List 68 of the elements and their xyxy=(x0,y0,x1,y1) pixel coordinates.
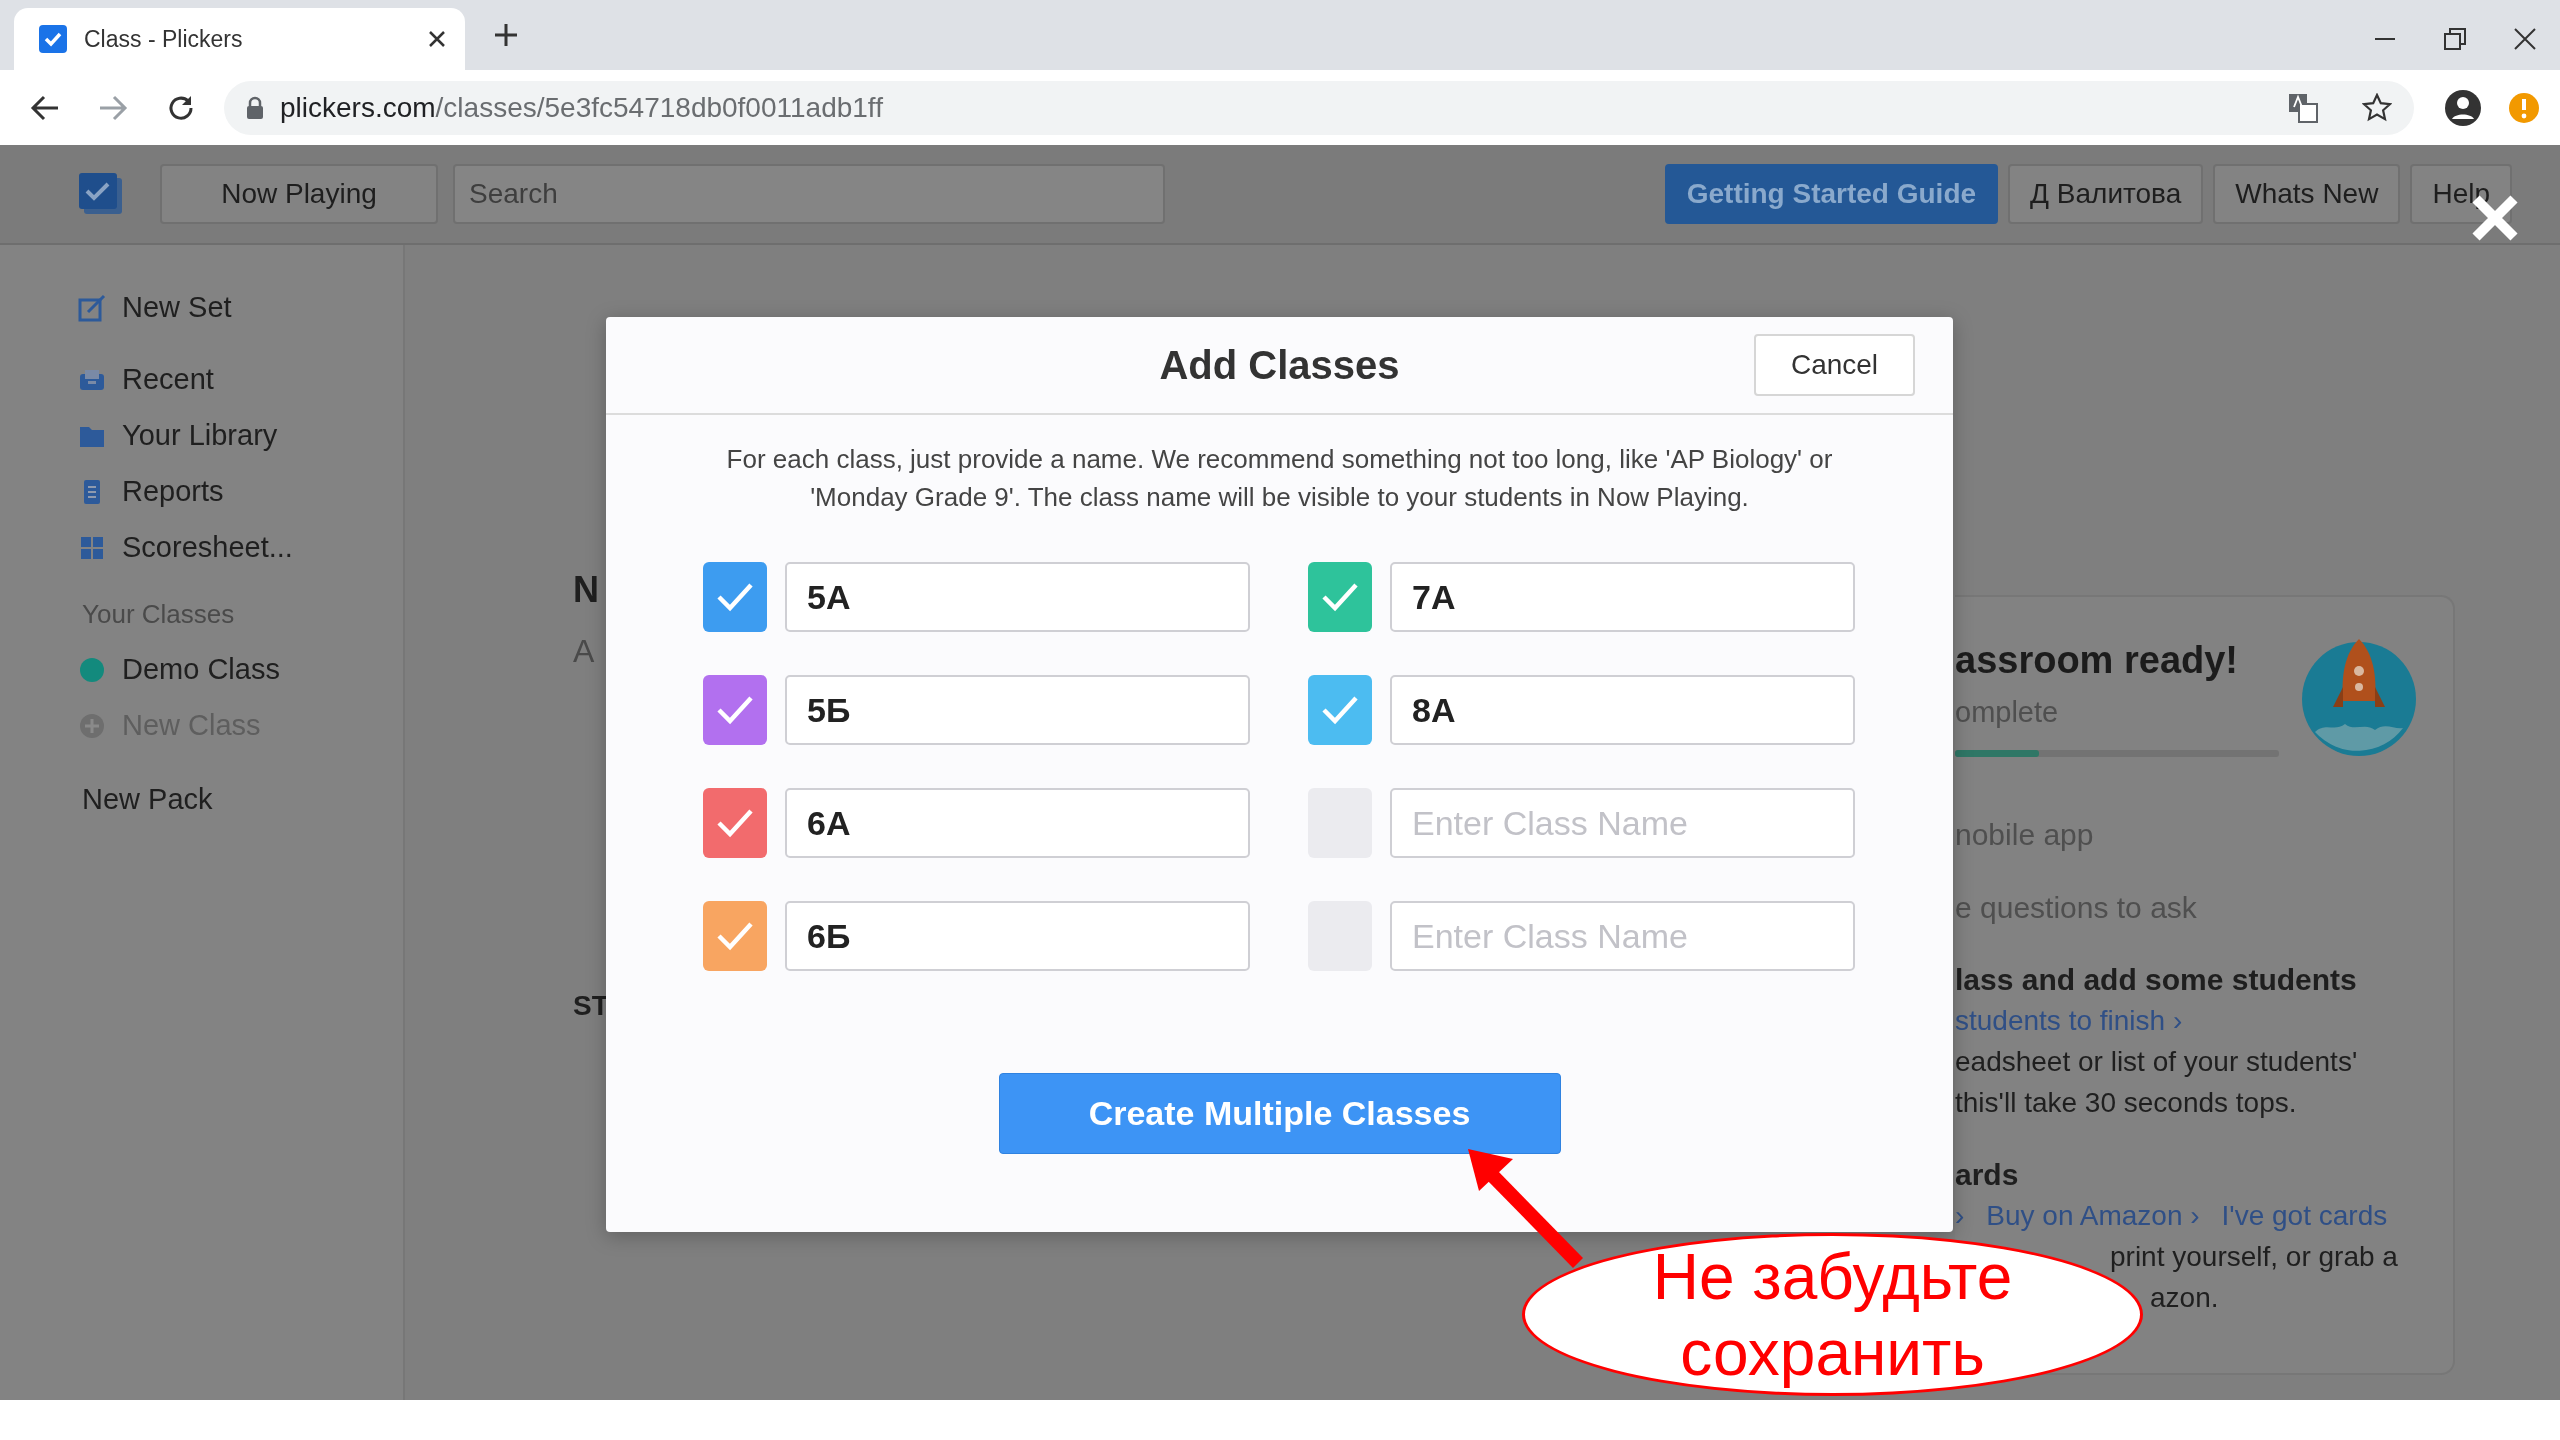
checkmark-icon xyxy=(716,582,754,612)
lock-icon xyxy=(246,95,264,120)
close-icon[interactable] xyxy=(2514,28,2536,50)
compose-icon xyxy=(78,294,106,322)
color-checkbox[interactable] xyxy=(703,675,767,745)
body-text: azon. xyxy=(2150,1281,2219,1315)
section-heading: ards xyxy=(1955,1157,2019,1193)
body-text: this'll take 30 seconds tops. xyxy=(1955,1086,2297,1120)
address-bar[interactable]: plickers.com/classes/5e3fc54718db0f0011adb1ff xyxy=(224,80,2414,135)
browser-tab[interactable]: Class - Plickers xyxy=(14,8,465,70)
sidebar-item[interactable]: Demo Class xyxy=(122,648,280,692)
class-name-field[interactable]: 5A xyxy=(785,562,1250,632)
class-name-field[interactable]: Enter Class Name xyxy=(1390,901,1855,971)
sidebar-item[interactable]: Your Library xyxy=(122,414,278,458)
card-title: assroom ready! xyxy=(1955,638,2238,683)
color-checkbox[interactable] xyxy=(1308,562,1372,632)
section-label: Your Classes xyxy=(82,597,235,631)
class-name-field[interactable]: 6A xyxy=(785,788,1250,858)
back-arrow-icon[interactable] xyxy=(30,93,60,122)
class-name-field[interactable]: 5Б xyxy=(785,675,1250,745)
search-field[interactable]: Search xyxy=(453,164,1165,224)
class-name-field[interactable]: 7A xyxy=(1390,562,1855,632)
class-name-field[interactable]: 6Б xyxy=(785,901,1250,971)
toolbar-button[interactable]: Д Валитова xyxy=(2008,164,2204,224)
close-icon[interactable] xyxy=(427,29,447,49)
color-checkbox[interactable] xyxy=(1308,675,1372,745)
class-name-field[interactable]: Enter Class Name xyxy=(1390,788,1855,858)
color-checkbox[interactable] xyxy=(703,901,767,971)
checkmark-icon xyxy=(1321,582,1359,612)
url-host: plickers.com xyxy=(280,90,436,125)
checkmark-icon xyxy=(716,695,754,725)
add-circle-icon xyxy=(78,712,106,740)
label-text: ST xyxy=(573,989,609,1023)
forward-arrow-icon[interactable] xyxy=(98,93,128,122)
class-name-field[interactable]: 8A xyxy=(1390,675,1855,745)
body-text: eadsheet or list of your students' xyxy=(1955,1045,2358,1079)
account-icon[interactable] xyxy=(2444,88,2482,127)
checkbox-icon xyxy=(38,24,68,54)
restore-icon[interactable] xyxy=(2444,28,2466,50)
checkmark-icon xyxy=(716,808,754,838)
sidebar-item[interactable]: Reports xyxy=(122,470,224,514)
toolbar-button[interactable]: Getting Started Guide xyxy=(1664,164,1999,224)
section-heading: lass and add some students xyxy=(1955,962,2357,998)
star-icon[interactable] xyxy=(2362,92,2392,123)
checkmark-icon xyxy=(716,921,754,951)
translate-icon[interactable] xyxy=(2288,92,2318,123)
logo-checkbox-icon xyxy=(78,172,124,216)
now-playing-button[interactable]: Now Playing xyxy=(160,164,438,224)
color-checkbox[interactable] xyxy=(703,788,767,858)
toolbar-button[interactable]: Whats New xyxy=(2213,164,2401,224)
grid-icon xyxy=(78,534,106,562)
sidebar-item[interactable]: Scoresheet... xyxy=(122,526,293,570)
url-path: /classes/5e3fc54718db0f0011adb1ff xyxy=(435,90,883,125)
cancel-button[interactable]: Cancel xyxy=(1754,334,1915,396)
sidebar-item[interactable]: New Pack xyxy=(82,778,213,822)
callout-text: Не забудьте сохранить xyxy=(1651,1239,2014,1391)
color-checkbox[interactable] xyxy=(703,562,767,632)
checkmark-icon xyxy=(1321,695,1359,725)
heading-text: N xyxy=(573,568,599,612)
sidebar-item[interactable]: Recent xyxy=(122,358,214,402)
plus-icon[interactable] xyxy=(493,22,519,48)
body-text: print yourself, or grab a xyxy=(2110,1240,2398,1274)
sidebar-item[interactable]: New Set xyxy=(122,286,232,330)
description-text: For each class, just provide a name. We recommend something not too long, like 'AP Biology' or 'Monday Grade 9'. The class name will be visible to your students in Now Playing. xyxy=(725,443,1834,514)
tab-title: Class - Plickers xyxy=(84,24,244,54)
create-classes-button[interactable]: Create Multiple Classes xyxy=(998,1073,1561,1154)
dot-icon xyxy=(78,656,106,684)
modal-title: Add Classes xyxy=(1159,342,1400,389)
